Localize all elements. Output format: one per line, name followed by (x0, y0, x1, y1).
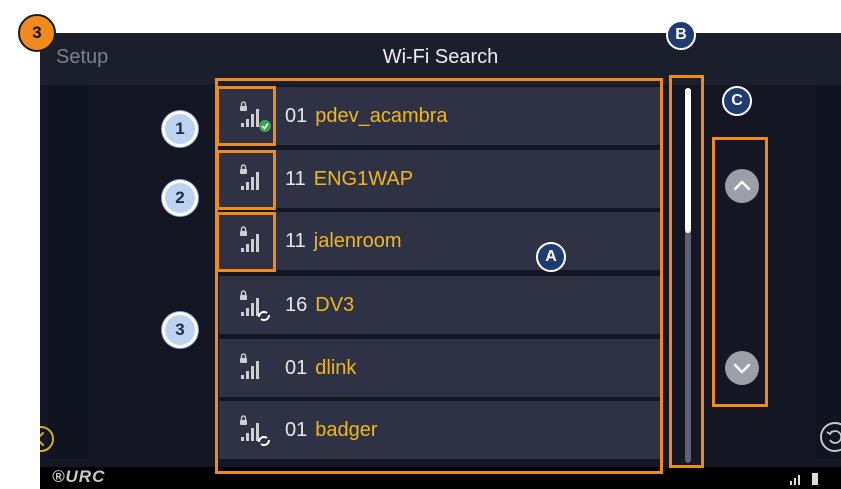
right-side-panel (816, 87, 841, 459)
page-title: Wi-Fi Search (382, 46, 499, 68)
return-button[interactable] (820, 422, 841, 452)
list-highlight-a (215, 78, 663, 474)
icon-highlight-2 (216, 150, 276, 210)
icon-highlight-3 (216, 212, 276, 272)
return-icon (826, 430, 841, 444)
callout-1: 1 (162, 111, 198, 147)
icon-highlight-1 (216, 86, 276, 146)
left-side-panel (48, 87, 88, 459)
label-b: B (666, 20, 696, 50)
chevron-left-icon (40, 432, 44, 446)
label-a: A (536, 242, 566, 272)
back-button[interactable] (40, 426, 54, 452)
urc-logo: ®URC (52, 467, 106, 486)
callout-3: 3 (162, 312, 198, 348)
corner-step-badge: 3 (18, 14, 56, 52)
label-c: C (722, 86, 752, 116)
callout-2: 2 (162, 180, 198, 216)
scrollbar-highlight-b (669, 75, 704, 468)
signal-battery-icon (790, 473, 818, 485)
buttons-highlight-c (712, 137, 768, 407)
